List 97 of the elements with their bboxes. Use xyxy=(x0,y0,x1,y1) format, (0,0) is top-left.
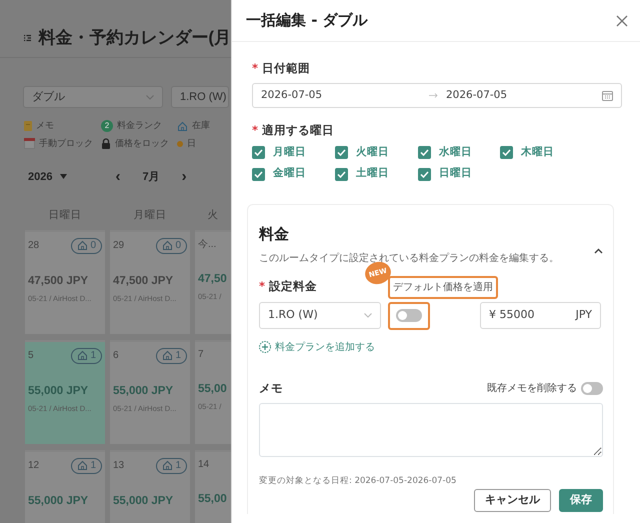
previous-month-button[interactable]: ‹ xyxy=(115,166,120,188)
cancel-button[interactable]: キャンセル xyxy=(474,489,551,512)
legend-label: 日 xyxy=(187,138,196,150)
day-number: 12 xyxy=(28,459,40,473)
year-dropdown[interactable]: 2026 xyxy=(28,168,68,186)
price-text: 55,000 JPY xyxy=(113,494,174,509)
inventory-badge: 1 xyxy=(71,458,102,474)
checkbox[interactable] xyxy=(500,146,513,159)
arrow-right-icon xyxy=(429,93,438,98)
day-number: 7 xyxy=(198,348,204,362)
checkbox[interactable] xyxy=(335,146,348,159)
start-date: 2026-07-05 xyxy=(261,88,324,103)
date-range-field[interactable]: 2026-07-05 2026-07-05 xyxy=(252,83,622,108)
collapse-toggle[interactable] xyxy=(594,248,603,254)
price-text: 55,00 xyxy=(198,492,227,507)
house-icon xyxy=(77,350,88,362)
chevron-down-icon xyxy=(146,94,154,100)
field-label: * 日付範囲 xyxy=(252,60,312,77)
house-icon xyxy=(162,350,174,362)
house-icon xyxy=(177,120,188,132)
legend-label: 在庫 xyxy=(192,120,210,132)
day-number: 6 xyxy=(113,349,119,363)
inventory-badge: 1 xyxy=(156,458,187,474)
legend-label: 料金ランク xyxy=(117,120,162,132)
price-text: 47,500 JPY xyxy=(113,274,174,289)
calendar-icon xyxy=(602,90,613,102)
price-text: 55,00 xyxy=(198,382,227,397)
weekday-checkbox[interactable]: 金曜日 xyxy=(252,166,335,182)
chevron-down-icon xyxy=(364,313,372,318)
add-plan-link[interactable]: 料金プランを追加する xyxy=(259,340,375,354)
weekday-checkbox[interactable]: 日曜日 xyxy=(418,166,500,182)
house-icon xyxy=(162,460,174,472)
save-button[interactable]: 保存 xyxy=(559,489,603,512)
inventory-badge: 0 xyxy=(156,238,187,254)
price-text: 47,500 JPY xyxy=(28,274,88,289)
section-title: 料金 xyxy=(259,224,289,245)
page-title: 料金・予約カレンダー(月 xyxy=(38,26,231,49)
legend-label: 手動ブロック xyxy=(39,138,93,150)
close-button[interactable] xyxy=(616,14,628,26)
rate-plan-select[interactable]: 1.RO (W) xyxy=(259,302,381,329)
plus-icon xyxy=(259,341,271,353)
caret-down-icon xyxy=(60,174,68,180)
calendar-day-cell[interactable]: 12 1 55,000 JPY xyxy=(25,450,105,523)
rate-plan-select[interactable]: 1.RO (W) xyxy=(171,86,229,108)
rank-icon: 2 xyxy=(101,120,113,132)
price-field[interactable]: ¥ 55000 JPY xyxy=(480,302,601,329)
day-number: 29 xyxy=(113,239,124,253)
weekday-header: 日曜日 xyxy=(48,208,82,224)
field-label: * 設定料金 xyxy=(259,278,318,296)
status-dot-icon xyxy=(177,140,183,147)
weekday-checkbox[interactable]: 火曜日 xyxy=(335,144,418,160)
inventory-badge: 1 xyxy=(71,348,102,364)
day-number: 13 xyxy=(113,459,124,473)
calendar-icon xyxy=(24,138,35,150)
day-number: 今... xyxy=(198,238,216,252)
day-number: 28 xyxy=(28,239,40,253)
day-number: 14 xyxy=(198,458,210,472)
toggle-switch[interactable] xyxy=(396,309,422,322)
price-text: 55,000 JPY xyxy=(28,494,88,509)
end-date: 2026-07-05 xyxy=(446,88,508,103)
lock-icon xyxy=(101,138,111,150)
note-icon xyxy=(24,121,32,131)
next-month-button[interactable]: › xyxy=(182,166,187,188)
day-number: 5 xyxy=(28,349,34,363)
schedule-note: 変更の対象となる日程: 2026-07-05-2026-07-05 xyxy=(259,475,458,488)
checkbox[interactable] xyxy=(335,168,348,181)
month-label: 7月 xyxy=(142,170,160,185)
weekday-header: 火 xyxy=(206,208,220,224)
checkbox[interactable] xyxy=(418,168,431,181)
checkbox[interactable] xyxy=(418,146,431,159)
field-label: * 適用する曜日 xyxy=(252,122,336,140)
price-text: 55,000 JPY xyxy=(113,384,174,399)
house-icon xyxy=(77,460,88,472)
room-type-select[interactable]: ダブル xyxy=(23,86,163,108)
inventory-badge: 1 xyxy=(156,348,187,364)
house-icon xyxy=(162,240,174,252)
default-price-label: デフォルト価格を適用 xyxy=(388,276,498,298)
checkbox[interactable] xyxy=(252,168,265,181)
checkbox[interactable] xyxy=(252,146,265,159)
weekday-checkbox[interactable]: 水曜日 xyxy=(418,144,500,160)
weekday-header: 月曜日 xyxy=(132,208,168,224)
legend-label: 価格をロック xyxy=(115,138,169,150)
calendar-day-cell[interactable]: 14 55,00 xyxy=(195,450,231,523)
inventory-badge: 0 xyxy=(71,238,102,254)
drawer-title: 一括編集 - ダブル xyxy=(246,10,368,32)
menu-icon xyxy=(24,32,32,42)
house-icon xyxy=(77,240,88,252)
weekday-checkbox[interactable]: 月曜日 xyxy=(252,144,335,160)
calendar-day-cell[interactable]: 13 1 55,000 JPY xyxy=(110,450,190,523)
price-text: 55,000 JPY xyxy=(28,384,88,399)
toggle-label: 既存メモを削除する xyxy=(487,382,577,396)
field-label: メモ xyxy=(259,380,283,397)
legend-label: メモ xyxy=(36,120,54,132)
weekday-checkbox[interactable]: 木曜日 xyxy=(500,144,580,160)
toggle-switch[interactable] xyxy=(581,382,603,396)
weekday-checkbox[interactable]: 土曜日 xyxy=(335,166,418,182)
price-text: 47,50 xyxy=(198,272,227,287)
